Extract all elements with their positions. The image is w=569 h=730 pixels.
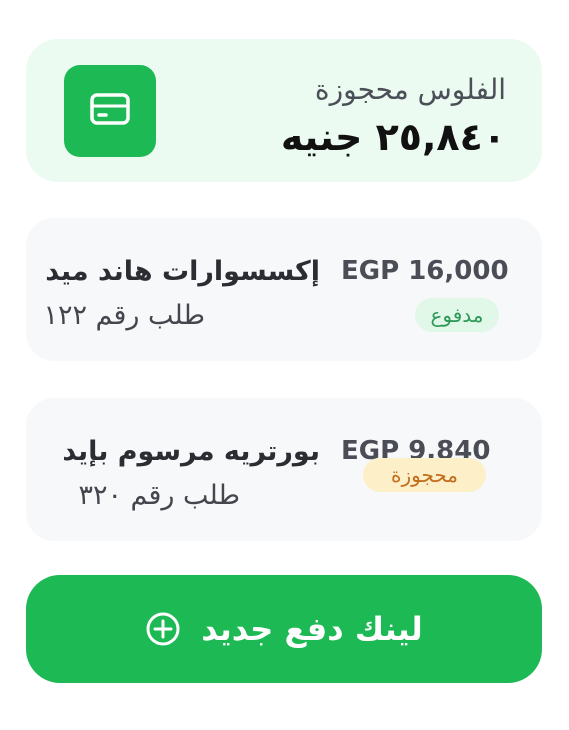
- new-payment-link-label: لينك دفع جديد: [201, 610, 423, 648]
- reserved-balance-label: الفلوس محجوزة: [314, 73, 506, 106]
- order-card[interactable]: إكسسوارات هاند ميد طلب رقم ١٢٢ EGP 16,00…: [26, 218, 542, 361]
- order-price: EGP 16,000: [341, 256, 509, 286]
- order-number: طلب رقم ٣٢٠: [78, 480, 240, 511]
- status-badge-reserved: محجوزة: [363, 458, 486, 492]
- order-card[interactable]: بورتريه مرسوم بإيد طلب رقم ٣٢٠ EGP 9,840…: [26, 398, 542, 541]
- order-title: بورتريه مرسوم بإيد: [62, 436, 320, 467]
- reserved-balance-amount: ٢٥,٨٤٠ جنيه: [280, 115, 506, 159]
- status-badge-paid: مدفوع: [415, 298, 499, 332]
- plus-circle-icon: [145, 611, 181, 647]
- order-number: طلب رقم ١٢٢: [43, 300, 205, 331]
- order-title: إكسسوارات هاند ميد: [45, 256, 320, 287]
- new-payment-link-content: لينك دفع جديد: [145, 610, 423, 648]
- wallet-icon-box: [64, 65, 156, 157]
- payments-screen: الفلوس محجوزة ٢٥,٨٤٠ جنيه إكسسوارات هاند…: [0, 0, 569, 730]
- credit-card-icon: [90, 93, 130, 129]
- reserved-balance-card: الفلوس محجوزة ٢٥,٨٤٠ جنيه: [26, 39, 542, 182]
- new-payment-link-button[interactable]: لينك دفع جديد: [26, 575, 542, 683]
